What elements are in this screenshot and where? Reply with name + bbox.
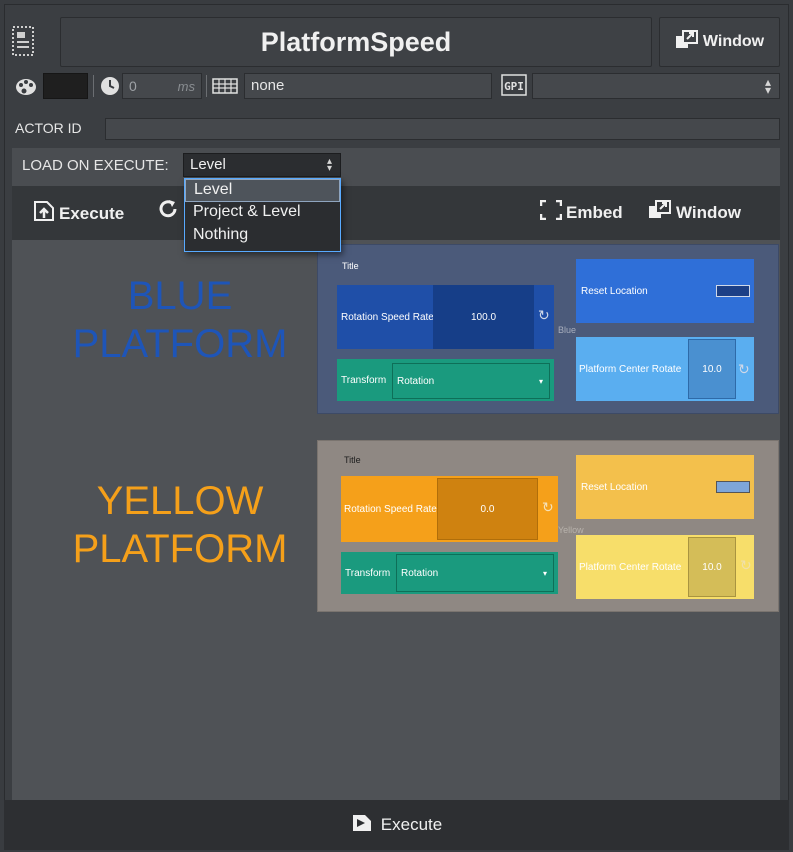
blue-transform-select[interactable]: Rotation ▾ [392, 363, 550, 399]
execute-label: Execute [59, 203, 125, 223]
select-arrows-icon: ▴ ▾ [764, 75, 771, 97]
yellow-center-value[interactable]: 10.0 [688, 537, 736, 597]
blue-label-line1: BLUE [127, 274, 233, 318]
gpi-text: GPI [504, 80, 524, 93]
footer-execute-button[interactable]: Execute [4, 800, 789, 850]
yellow-transform-label: Transform [345, 567, 391, 579]
refresh-icon[interactable]: ↻ [738, 361, 750, 378]
refresh-button[interactable] [157, 198, 179, 227]
window-icon [648, 200, 672, 225]
gpi-select[interactable]: ▴ ▾ [532, 73, 780, 99]
yellow-label-line2: PLATFORM [72, 527, 288, 571]
palette-icon[interactable] [15, 76, 37, 96]
yellow-reset-label: Reset Location [581, 481, 648, 493]
clock-icon [100, 76, 120, 96]
color-swatch[interactable] [43, 73, 88, 99]
actor-id-label: ACTOR ID [15, 120, 82, 136]
yellow-rotation-label: Rotation Speed Rate [344, 503, 437, 515]
blue-platform-label: BLUE PLATFORM [60, 272, 300, 368]
blue-center-label: Platform Center Rotate [579, 363, 682, 375]
dropdown-option-project-level[interactable]: Project & Level [185, 202, 340, 225]
select-arrows-icon: ▴ ▾ [326, 156, 332, 174]
yellow-panel-title: Title [344, 455, 361, 465]
gpi-icon: GPI [501, 74, 527, 96]
blue-rotation-label: Rotation Speed Rate [341, 311, 434, 323]
refresh-icon [157, 198, 179, 227]
refresh-icon[interactable]: ↻ [740, 557, 752, 574]
yellow-panel: Title Rotation Speed Rate 0.0 ↻ Yellow R… [317, 440, 779, 612]
footer-execute-label: Execute [380, 815, 443, 834]
refresh-icon[interactable]: ↻ [542, 499, 554, 516]
blue-transform-label: Transform [341, 374, 387, 386]
window-icon [675, 29, 699, 55]
yellow-platform-label: YELLOW PLATFORM [60, 477, 300, 573]
yellow-tag: Yellow [558, 525, 584, 535]
blue-panel-title: Title [342, 261, 359, 271]
yellow-transform-value: Rotation [401, 567, 439, 579]
blue-center-value[interactable]: 10.0 [688, 339, 736, 399]
blue-panel: Title Rotation Speed Rate 100.0 ↻ Blue R… [317, 244, 779, 414]
load-on-execute-select[interactable]: Level ▴ ▾ [183, 153, 341, 177]
yellow-rotation-value[interactable]: 0.0 [437, 478, 538, 540]
window-button-label: Window [702, 33, 765, 50]
blue-tag: Blue [558, 325, 577, 335]
load-on-execute-label: LOAD ON EXECUTE: [22, 157, 169, 174]
execute-button[interactable]: Execute [33, 200, 124, 227]
embed-label: Embed [566, 202, 623, 222]
yellow-transform-select[interactable]: Rotation ▾ [396, 554, 554, 592]
camera-icon[interactable] [716, 285, 750, 297]
blue-reset-label: Reset Location [581, 285, 648, 297]
delay-value: 0 [129, 78, 137, 94]
camera-icon[interactable] [716, 481, 750, 493]
window-label: Window [676, 202, 741, 222]
execute-icon [351, 813, 373, 838]
embed-button[interactable]: Embed [539, 199, 623, 225]
divider [206, 75, 207, 97]
yellow-label-line1: YELLOW [96, 479, 264, 523]
dropdown-option-level[interactable]: Level [185, 179, 340, 202]
blue-transform-value: Rotation [397, 375, 435, 387]
refresh-icon[interactable]: ↻ [538, 307, 550, 324]
page-title[interactable]: PlatformSpeed [60, 17, 652, 67]
yellow-center-label: Platform Center Rotate [579, 561, 682, 573]
execute-icon [33, 200, 55, 227]
keyboard-icon [212, 78, 238, 94]
window-button[interactable]: Window [648, 200, 741, 225]
dropdown-option-nothing[interactable]: Nothing [185, 225, 340, 248]
layout-icon[interactable] [12, 26, 46, 58]
delay-unit: ms [177, 78, 195, 94]
divider [93, 75, 94, 97]
dropdown-icon: ▾ [538, 376, 543, 386]
dropdown-icon: ▾ [542, 568, 547, 578]
load-on-execute-dropdown: Level Project & Level Nothing [184, 178, 341, 252]
blue-rotation-value[interactable]: 100.0 [433, 285, 534, 349]
blue-label-line2: PLATFORM [72, 322, 288, 366]
embed-icon [539, 199, 563, 225]
tag-input[interactable]: none [244, 73, 492, 99]
delay-input[interactable]: 0 ms [122, 73, 202, 99]
load-select-value: Level [190, 156, 226, 173]
actor-id-input[interactable] [105, 118, 780, 140]
window-button-top[interactable]: Window [659, 17, 780, 67]
